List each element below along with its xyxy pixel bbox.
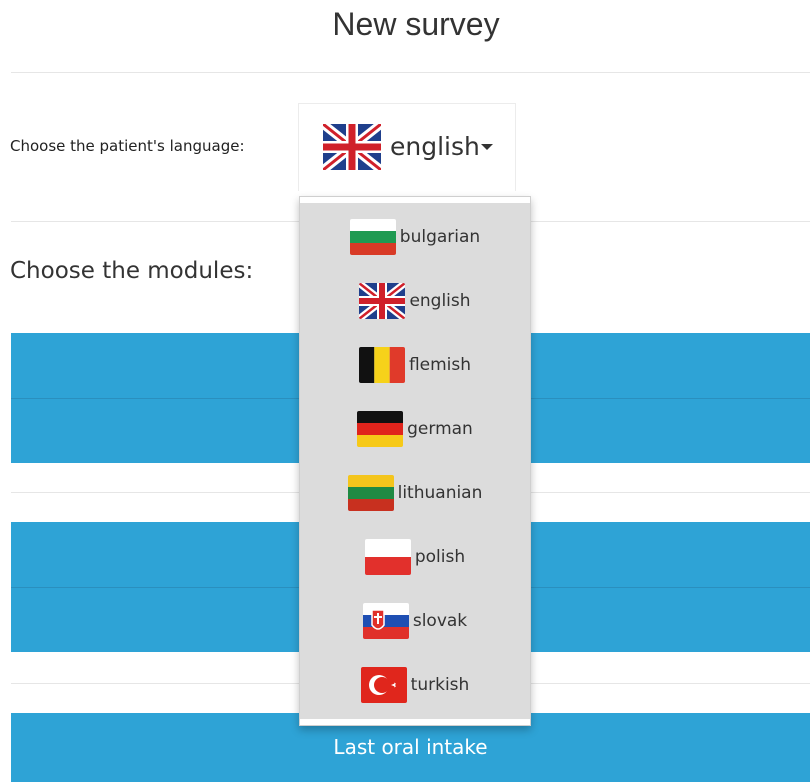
page-title: New survey xyxy=(332,6,500,42)
modules-label: Choose the modules: xyxy=(10,258,254,284)
language-option-german[interactable]: german xyxy=(300,397,530,461)
caret-down-icon xyxy=(481,144,493,150)
poland-flag-icon xyxy=(364,539,411,575)
language-option-english[interactable]: english xyxy=(300,269,530,333)
language-label: Choose the patient's language: xyxy=(10,137,245,155)
language-option-label: german xyxy=(407,419,473,439)
language-option-polish[interactable]: polish xyxy=(300,525,530,589)
germany-flag-icon xyxy=(357,411,404,447)
language-dropdown-menu: bulgarian english flemish german lithuan… xyxy=(299,196,531,726)
language-option-bulgarian[interactable]: bulgarian xyxy=(300,205,530,269)
language-option-flemish[interactable]: flemish xyxy=(300,333,530,397)
language-option-label: english xyxy=(409,291,471,311)
language-option-label: bulgarian xyxy=(399,227,481,247)
bulgaria-flag-icon xyxy=(349,219,396,255)
language-option-label: turkish xyxy=(410,675,470,695)
uk-flag-icon xyxy=(359,283,406,319)
language-option-label: slovak xyxy=(412,611,468,631)
header-divider xyxy=(11,72,810,73)
language-option-label: polish xyxy=(414,547,466,567)
language-option-slovak[interactable]: slovak xyxy=(300,589,530,653)
uk-flag-icon xyxy=(320,120,384,175)
language-option-turkish[interactable]: turkish xyxy=(300,653,530,717)
language-selected-label: english xyxy=(390,132,480,161)
lithuania-flag-icon xyxy=(347,475,394,511)
slovakia-flag-icon xyxy=(362,603,409,639)
turkey-flag-icon xyxy=(360,667,407,703)
language-option-label: lithuanian xyxy=(397,483,483,503)
language-option-lithuanian[interactable]: lithuanian xyxy=(300,461,530,525)
module-label: Last oral intake xyxy=(333,735,488,759)
language-dropdown-button[interactable]: english xyxy=(298,103,516,191)
language-option-label: flemish xyxy=(408,355,472,375)
belgium-flag-icon xyxy=(358,347,405,383)
